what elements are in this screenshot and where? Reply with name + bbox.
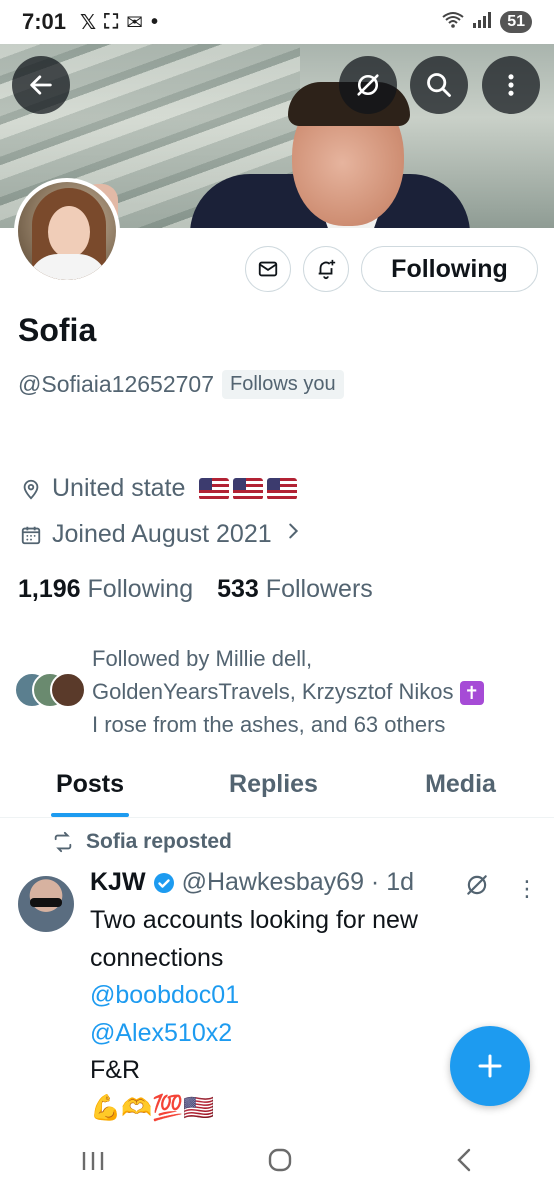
more-vertical-icon: ⋮ (516, 876, 538, 901)
post-text-line: Two accounts looking for new (90, 906, 418, 934)
post-body[interactable]: Two accounts looking for new connections… (90, 902, 510, 1127)
profile-joined[interactable]: Joined August 2021 (20, 520, 304, 549)
status-bar: 7:01 𝕏 ⛶ ✉ • 51 (0, 0, 554, 44)
notifications-button[interactable] (303, 246, 349, 292)
arrow-left-icon (30, 75, 52, 95)
repost-indicator: Sofia reposted (52, 830, 232, 854)
verified-badge-icon (153, 872, 174, 893)
system-nav-bar (0, 1128, 554, 1200)
search-icon (427, 73, 451, 97)
post-grok-button[interactable] (464, 872, 490, 903)
mail-icon: ✉ (126, 11, 143, 34)
post-more-button[interactable]: ⋮ (516, 876, 538, 902)
followers-count-link[interactable]: 533 Followers (217, 575, 373, 604)
tab-posts[interactable]: Posts (0, 756, 180, 817)
followed-by-line2: GoldenYearsTravels, Krzysztof Nikos (92, 679, 454, 704)
status-time: 7:01 (22, 9, 67, 34)
post-author-avatar[interactable] (18, 876, 74, 932)
tab-replies[interactable]: Replies (180, 756, 367, 817)
calendar-icon (21, 526, 41, 544)
wifi-icon (442, 11, 464, 34)
post-header: KJW @Hawkesbay69 · 1d (90, 868, 414, 897)
compose-button[interactable] (450, 1026, 530, 1106)
location-text: United state (52, 474, 186, 502)
search-button[interactable] (410, 56, 468, 114)
us-flag-icon (195, 474, 298, 503)
profile-location: United state (20, 474, 298, 503)
more-vertical-icon (508, 74, 514, 96)
cross-emoji-icon: ✝ (459, 681, 484, 706)
dot-icon: • (150, 10, 158, 33)
followed-by-line3: I rose from the ashes, and 63 others (92, 712, 446, 737)
following-button[interactable]: Following (361, 246, 538, 292)
x-logo-icon: 𝕏 (80, 11, 97, 34)
message-button[interactable] (245, 246, 291, 292)
signal-icon (472, 11, 492, 34)
bell-plus-icon (318, 259, 336, 280)
recent-apps-icon[interactable] (80, 1147, 106, 1181)
post-handle-time: @Hawkesbay69 · 1d (181, 868, 414, 896)
profile-name: Sofia (18, 312, 97, 348)
post-text-line: F&R (90, 1056, 140, 1084)
more-button[interactable] (482, 56, 540, 114)
grok-icon (357, 74, 379, 96)
joined-text: Joined August 2021 (52, 520, 272, 548)
profile-avatar[interactable] (14, 178, 120, 284)
mention-link[interactable]: @boobdoc01 (90, 977, 510, 1015)
following-count-link[interactable]: 1,196 Following (18, 575, 193, 604)
grok-button[interactable] (339, 56, 397, 114)
plus-icon (478, 1054, 502, 1078)
profile-handle: @Sofiaia12652707 (18, 371, 215, 397)
screenshot-icon: ⛶ (104, 10, 119, 33)
home-icon[interactable] (267, 1147, 293, 1181)
post-emojis: 💪🫶💯🇺🇸 (90, 1093, 215, 1122)
chevron-right-icon (282, 520, 304, 549)
profile-tabs: Posts Replies Media (0, 756, 554, 818)
followed-by-avatars (14, 671, 86, 712)
post-author-name[interactable]: KJW (90, 868, 146, 897)
back-button[interactable] (12, 56, 70, 114)
location-pin-icon (23, 479, 39, 499)
follow-counts: 1,196 Following 533 Followers (18, 575, 373, 604)
repost-icon (54, 831, 72, 853)
mention-link[interactable]: @Alex510x2 (90, 1015, 510, 1053)
back-nav-icon[interactable] (454, 1147, 474, 1181)
followed-by-line1: Followed by Millie dell, (92, 646, 313, 671)
battery-indicator: 51 (500, 11, 532, 33)
followed-by[interactable]: Followed by Millie dell, GoldenYearsTrav… (14, 642, 542, 741)
follows-you-badge: Follows you (222, 370, 344, 399)
post-text-line: connections (90, 943, 224, 972)
grok-icon (467, 875, 487, 895)
tab-media[interactable]: Media (367, 756, 554, 817)
mail-icon (258, 261, 278, 277)
